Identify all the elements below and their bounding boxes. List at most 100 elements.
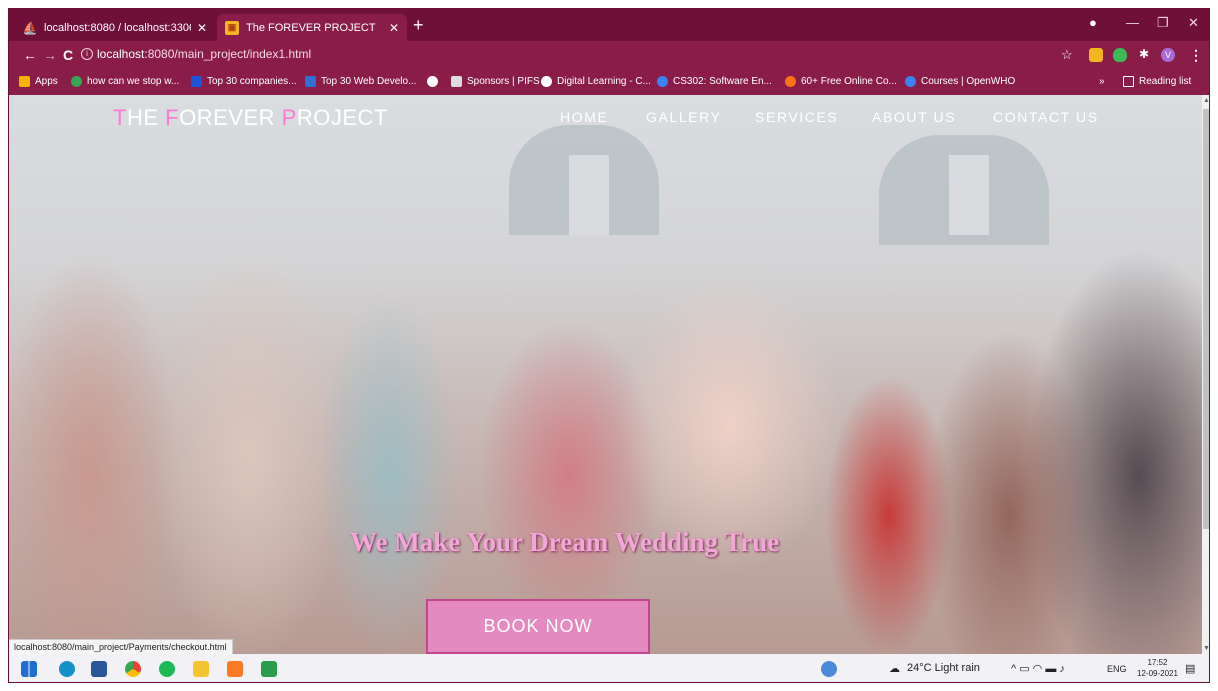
system-tray-icons[interactable]: ^ ▭ ◠ ▬ ♪ xyxy=(1011,662,1065,675)
notifications-icon[interactable]: ▤ xyxy=(1185,662,1195,675)
background-window xyxy=(949,155,989,235)
tab-title: The FOREVER PROJECT xyxy=(246,21,376,34)
extension-icon[interactable] xyxy=(1089,48,1103,62)
bookmark-favicon-icon xyxy=(191,76,202,87)
word-icon[interactable] xyxy=(91,661,107,677)
bookmark-item[interactable]: Top 30 Web Develo... xyxy=(305,76,416,87)
hero-tagline: We Make Your Dream Wedding True xyxy=(350,527,780,557)
bookmark-label: 60+ Free Online Co... xyxy=(801,76,897,87)
bookmark-star-icon[interactable]: ☆ xyxy=(1061,47,1073,63)
reading-list-icon xyxy=(1123,76,1134,87)
bookmark-favicon-icon xyxy=(785,76,796,87)
tab-strip: ⛵ localhost:8080 / localhost:3306 / ✕ ▣ … xyxy=(9,9,1209,41)
site-logo[interactable]: THE FOREVER PROJECT xyxy=(113,105,388,131)
globe-icon xyxy=(71,76,82,87)
logo-text: HE xyxy=(126,105,166,130)
bookmark-favicon-icon xyxy=(905,76,916,87)
bookmark-label: CS302: Software En... xyxy=(673,76,772,87)
address-toolbar: ← → C i localhost:8080/main_project/inde… xyxy=(9,41,1209,71)
scroll-down-icon[interactable]: ▼ xyxy=(1203,645,1209,652)
url-path: :8080/main_project/index1.html xyxy=(144,47,312,61)
edge-icon[interactable] xyxy=(59,661,75,677)
more-bookmarks-button[interactable]: » xyxy=(1099,76,1105,87)
language-indicator[interactable]: ENG xyxy=(1107,664,1127,674)
globe-icon xyxy=(541,76,552,87)
reload-button[interactable]: C xyxy=(63,47,73,63)
app-tray-icon[interactable] xyxy=(821,661,837,677)
profile-avatar[interactable]: V xyxy=(1161,48,1175,62)
tab-forever-project[interactable]: ▣ The FOREVER PROJECT ✕ xyxy=(217,14,407,41)
book-now-button[interactable]: BOOK NOW xyxy=(426,599,650,654)
weather-widget[interactable]: 24°C Light rain xyxy=(907,662,980,674)
apps-grid-icon xyxy=(19,76,30,87)
bookmark-item[interactable]: Courses | OpenWHO xyxy=(905,76,1015,87)
logo-letter: P xyxy=(281,105,297,130)
logo-text: ROJECT xyxy=(296,105,388,130)
scrollbar-thumb[interactable] xyxy=(1203,109,1209,529)
bookmark-item[interactable]: Top 30 companies... xyxy=(191,76,297,87)
site-favicon-icon: ▣ xyxy=(225,20,239,35)
account-circle-icon[interactable]: ● xyxy=(1089,15,1097,30)
tab-phpmyadmin[interactable]: ⛵ localhost:8080 / localhost:3306 / ✕ xyxy=(15,14,215,41)
shield-extension-icon[interactable] xyxy=(1113,48,1127,62)
bookmark-favicon-icon xyxy=(305,76,316,87)
logo-letter: F xyxy=(165,105,180,130)
scroll-up-icon[interactable]: ▲ xyxy=(1203,97,1209,104)
nav-contact-us[interactable]: CONTACT US xyxy=(993,109,1099,125)
minimize-button[interactable]: — xyxy=(1126,15,1139,30)
bookmark-label: Digital Learning - C... xyxy=(557,76,651,87)
reading-list-button[interactable]: Reading list xyxy=(1123,76,1191,87)
close-tab-icon[interactable]: ✕ xyxy=(197,21,207,35)
onedrive-sync-icon[interactable] xyxy=(261,661,277,677)
extensions-puzzle-icon[interactable]: ✱ xyxy=(1139,47,1149,61)
close-window-button[interactable]: ✕ xyxy=(1188,15,1199,31)
hero-section: THE FOREVER PROJECT HOME GALLERY SERVICE… xyxy=(9,95,1202,654)
bookmark-item[interactable]: Digital Learning - C... xyxy=(541,76,651,87)
site-info-icon[interactable]: i xyxy=(81,48,93,60)
taskbar-clock[interactable]: 17:52 12-09-2021 xyxy=(1137,657,1178,679)
file-explorer-icon[interactable] xyxy=(193,661,209,677)
bookmark-favicon-icon xyxy=(451,76,462,87)
clock-time: 17:52 xyxy=(1147,658,1168,667)
nav-about-us[interactable]: ABOUT US xyxy=(872,109,956,125)
windows-taskbar: ☁ 24°C Light rain ^ ▭ ◠ ▬ ♪ ENG 17:52 12… xyxy=(9,654,1209,682)
nav-services[interactable]: SERVICES xyxy=(755,109,838,125)
close-tab-icon[interactable]: ✕ xyxy=(389,21,399,35)
maximize-button[interactable]: ❐ xyxy=(1157,15,1169,31)
bookmark-label: Top 30 companies... xyxy=(207,76,297,87)
logo-text: OREVER xyxy=(179,105,282,130)
clock-date: 12-09-2021 xyxy=(1137,669,1178,678)
page-scrollbar[interactable]: ▲ ▼ xyxy=(1202,95,1209,654)
link-status-url: localhost:8080/main_project/Payments/che… xyxy=(9,639,233,654)
bookmark-apps[interactable]: Apps xyxy=(19,76,58,87)
bookmark-item[interactable]: CS302: Software En... xyxy=(657,76,772,87)
bookmark-favicon-icon xyxy=(657,76,668,87)
bookmark-label: how can we stop w... xyxy=(87,76,180,87)
new-tab-button[interactable]: + xyxy=(413,15,424,35)
spotify-icon[interactable] xyxy=(159,661,175,677)
bookmark-label: Sponsors | PIFS xyxy=(467,76,540,87)
url-host: localhost xyxy=(97,47,145,61)
logo-letter: T xyxy=(113,105,127,130)
forward-button[interactable]: → xyxy=(43,47,57,63)
nav-home[interactable]: HOME xyxy=(560,109,608,125)
bookmark-item[interactable]: 60+ Free Online Co... xyxy=(785,76,897,87)
bookmark-item[interactable] xyxy=(427,76,443,87)
weather-icon[interactable]: ☁ xyxy=(889,662,900,675)
browser-menu-icon[interactable]: ⋮ xyxy=(1189,47,1203,64)
bookmark-label: Apps xyxy=(35,76,58,87)
nav-gallery[interactable]: GALLERY xyxy=(646,109,722,125)
background-window xyxy=(569,155,609,235)
bookmark-item[interactable]: how can we stop w... xyxy=(71,76,179,87)
browser-window: ⛵ localhost:8080 / localhost:3306 / ✕ ▣ … xyxy=(8,8,1210,683)
bookmark-item[interactable]: Sponsors | PIFS xyxy=(451,76,540,87)
phpmyadmin-icon: ⛵ xyxy=(22,20,38,35)
xampp-icon[interactable] xyxy=(227,661,243,677)
globe-icon xyxy=(427,76,438,87)
address-bar[interactable]: localhost:8080/main_project/index1.html xyxy=(97,47,311,61)
back-button[interactable]: ← xyxy=(23,47,37,63)
bookmarks-bar: Apps how can we stop w... Top 30 compani… xyxy=(9,71,1209,95)
chrome-icon[interactable] xyxy=(125,661,141,677)
windows-start-icon[interactable] xyxy=(21,661,37,677)
reading-list-label: Reading list xyxy=(1139,76,1192,87)
